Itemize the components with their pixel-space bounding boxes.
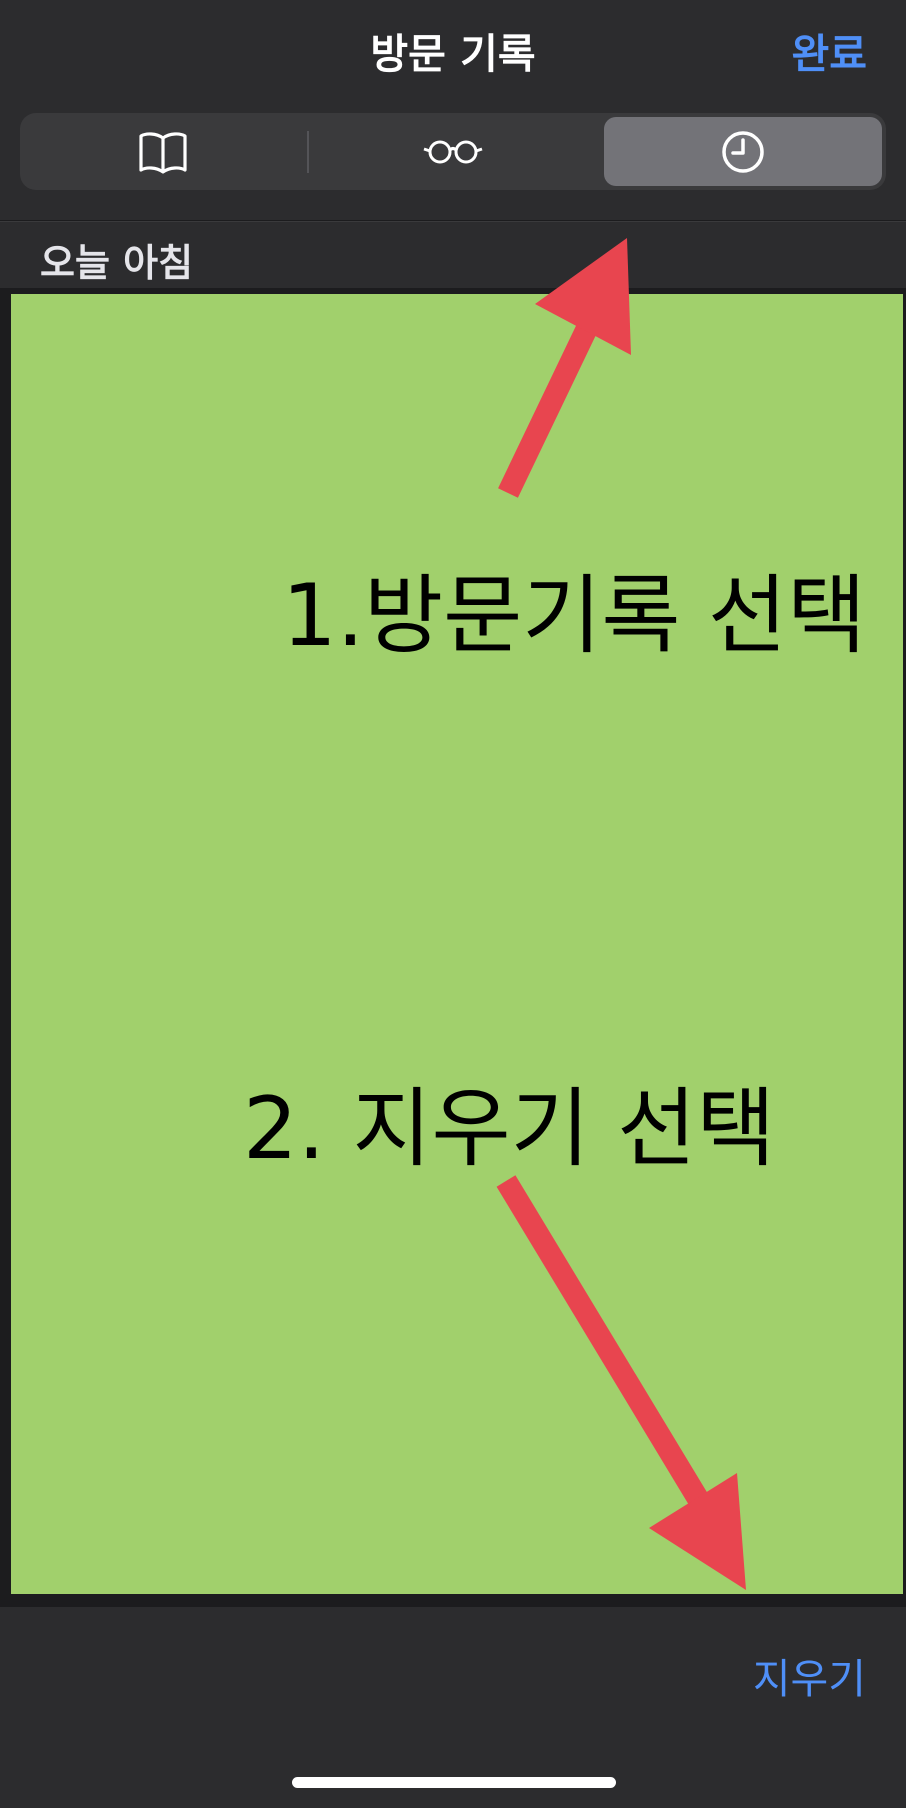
done-button[interactable]: 완료 — [792, 20, 867, 80]
segment-divider — [307, 131, 309, 173]
segmented-control — [20, 113, 886, 190]
home-indicator — [292, 1777, 616, 1788]
tab-reading-list[interactable] — [314, 117, 592, 186]
tab-history[interactable] — [604, 117, 882, 186]
clear-button[interactable]: 지우기 — [753, 1645, 866, 1705]
section-label: 오늘 아침 — [40, 241, 194, 285]
instruction-step-1: 1.방문기록 선택 — [282, 566, 867, 666]
page-title: 방문 기록 — [370, 30, 536, 78]
book-icon — [139, 131, 187, 174]
section-header: 오늘 아침 — [0, 221, 906, 288]
reading-list-glasses-icon — [423, 140, 483, 163]
instruction-step-2: 2. 지우기 선택 — [243, 1079, 776, 1179]
bottom-toolbar: 지우기 — [0, 1607, 906, 1808]
history-clock-icon — [722, 130, 764, 173]
tab-bookmarks[interactable] — [24, 117, 302, 186]
navigation-bar: 방문 기록 완료 — [0, 0, 906, 220]
annotation-overlay — [11, 294, 903, 1594]
